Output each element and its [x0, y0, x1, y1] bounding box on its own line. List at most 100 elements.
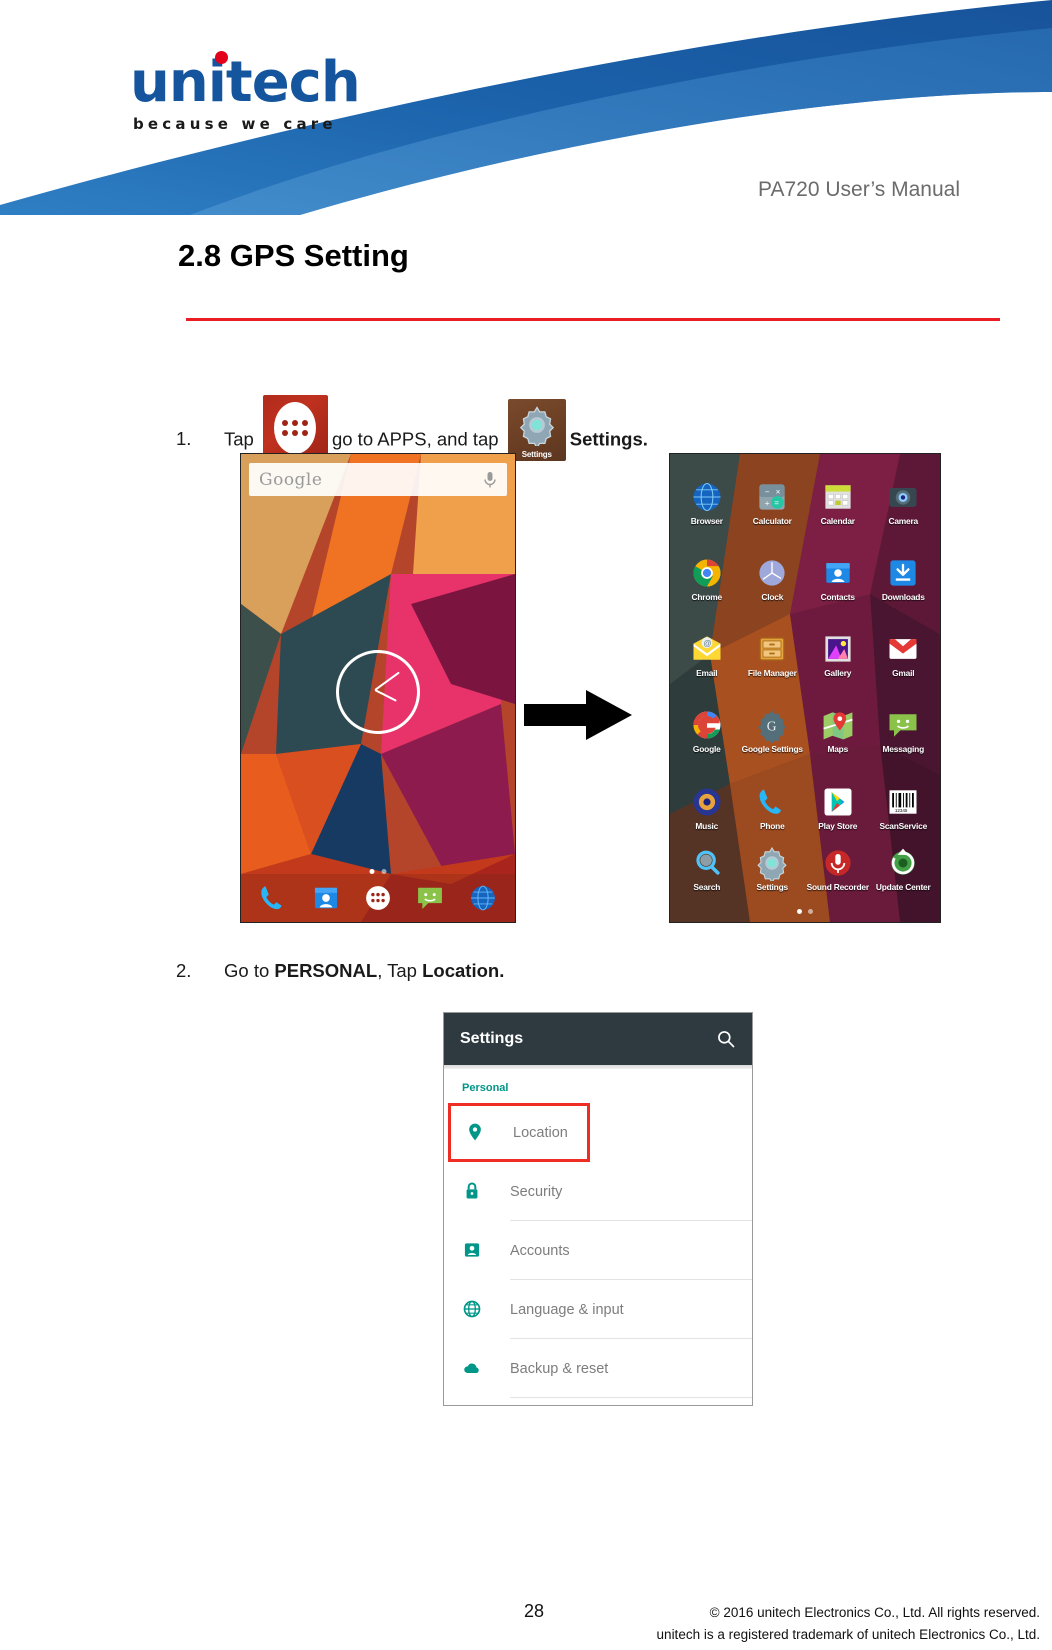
app-tile[interactable]: Downloads [871, 540, 937, 616]
footer-copyright: © 2016 unitech Electronics Co., Ltd. All… [709, 1605, 1040, 1620]
step-2: 2. Go to PERSONAL, Tap Location. [176, 960, 504, 982]
app-label: Sound Recorder [806, 882, 870, 893]
location-pin-icon [465, 1122, 487, 1144]
app-tile[interactable]: Music [674, 769, 740, 845]
app-tile[interactable]: Gallery [805, 616, 871, 692]
logo-red-dot [215, 51, 228, 64]
browser-globe-icon [689, 479, 725, 515]
settings-screen-screenshot: Settings Personal Location Security Acco… [443, 1012, 753, 1406]
svg-text:×: × [776, 487, 781, 496]
svg-text:12345: 12345 [895, 808, 908, 813]
step-1-number: 1. [176, 428, 192, 450]
step-1-text-bold: Settings. [569, 428, 648, 450]
app-tile[interactable]: Messaging [871, 693, 937, 769]
app-label: Gallery [824, 668, 852, 679]
apps-drawer-screenshot: Browser − × + = Calculator Calendar Came… [669, 453, 941, 923]
app-tile[interactable]: Search [674, 845, 740, 892]
page-header: unitech because we care PA720 User’s Man… [0, 0, 1052, 215]
app-tile[interactable]: Gmail [871, 616, 937, 692]
settings-gear-icon[interactable]: Settings [507, 398, 566, 461]
svg-text:=: = [775, 498, 780, 507]
page-title: 2.8 GPS Setting [178, 238, 409, 273]
step-2-bold-location: Location. [422, 960, 505, 981]
app-label: Google Settings [741, 744, 803, 755]
clock-minute-hand [374, 671, 400, 691]
settings-group-label: Personal [462, 1082, 509, 1094]
microphone-icon[interactable] [483, 471, 497, 489]
app-tile[interactable]: Contacts [805, 540, 871, 616]
apps-drawer-icon[interactable] [262, 395, 328, 460]
settings-item-location[interactable]: Location [448, 1103, 590, 1162]
settings-item-label: Backup & reset [510, 1360, 609, 1377]
contacts-icon [820, 555, 856, 591]
google-search-bar[interactable]: Google [249, 463, 507, 496]
footer-trademark: unitech is a registered trademark of uni… [656, 1627, 1040, 1642]
app-tile[interactable]: Clock [740, 540, 806, 616]
file-manager-icon [754, 631, 790, 667]
svg-text:@: @ [703, 639, 711, 648]
app-label: Calendar [820, 515, 855, 526]
app-tile[interactable]: Camera [871, 464, 937, 540]
app-tile[interactable]: Maps [805, 693, 871, 769]
sound-recorder-icon [820, 845, 856, 881]
app-label: Browser [690, 515, 723, 526]
update-center-icon [885, 845, 921, 881]
logo-wordmark: unitech [130, 50, 361, 115]
app-tile[interactable]: Calendar [805, 464, 871, 540]
step-2-text-middle: , Tap [377, 960, 417, 981]
app-tile[interactable]: − × + = Calculator [740, 464, 806, 540]
settings-item-label: Language & input [510, 1301, 624, 1318]
phone-icon[interactable] [256, 881, 290, 915]
app-label: Phone [759, 820, 785, 831]
app-label: Maps [827, 744, 849, 755]
app-tile[interactable]: Update Center [871, 845, 937, 892]
settings-item-label: Location [513, 1124, 568, 1141]
app-tile[interactable]: G Google Settings [740, 693, 806, 769]
step-2-number: 2. [176, 960, 192, 981]
browser-icon[interactable] [466, 881, 500, 915]
play-store-icon [820, 784, 856, 820]
cloud-icon [462, 1358, 484, 1380]
app-tile[interactable]: Chrome [674, 540, 740, 616]
settings-item-label: Security [510, 1183, 563, 1200]
svg-text:G: G [767, 719, 777, 734]
app-tile[interactable]: Settings [740, 845, 806, 892]
app-label: ScanService [879, 820, 928, 831]
phone-icon [754, 784, 790, 820]
globe-icon [462, 1299, 484, 1321]
app-label: Update Center [875, 882, 931, 893]
app-label: Play Store [818, 820, 858, 831]
settings-item-security[interactable]: Security [444, 1162, 752, 1221]
manual-title: PA720 User’s Manual [758, 178, 960, 201]
app-tile[interactable]: @ Email [674, 616, 740, 692]
app-tile[interactable]: File Manager [740, 616, 806, 692]
settings-title: Settings [460, 1030, 524, 1047]
apps-page-indicator [797, 909, 813, 914]
analog-clock-widget[interactable] [336, 650, 420, 734]
app-tile[interactable]: Google [674, 693, 740, 769]
messaging-icon [885, 707, 921, 743]
search-icon[interactable] [716, 1029, 736, 1049]
app-label: Music [695, 820, 719, 831]
settings-item-accounts[interactable]: Accounts [444, 1221, 752, 1280]
logo-tagline: because we care [133, 115, 337, 133]
apps-grid: Browser − × + = Calculator Calendar Came… [670, 462, 940, 894]
app-tile[interactable]: Play Store [805, 769, 871, 845]
accounts-icon [462, 1240, 484, 1262]
settings-item-backup-reset[interactable]: Backup & reset [444, 1339, 752, 1398]
apps-drawer-icon[interactable] [361, 881, 395, 915]
app-label: Clock [761, 591, 784, 602]
app-tile[interactable]: Sound Recorder [805, 845, 871, 892]
app-tile[interactable]: 12345 ScanService [871, 769, 937, 845]
app-tile[interactable]: Phone [740, 769, 806, 845]
lock-icon [462, 1181, 484, 1203]
clock-hour-hand [374, 689, 397, 702]
messaging-icon[interactable] [413, 881, 447, 915]
settings-item-language-input[interactable]: Language & input [444, 1280, 752, 1339]
app-tile[interactable]: Browser [674, 464, 740, 540]
app-label: Downloads [881, 591, 925, 602]
app-label: Search [693, 882, 721, 893]
downloads-icon [885, 555, 921, 591]
contacts-icon[interactable] [309, 881, 343, 915]
app-label: Camera [888, 515, 919, 526]
